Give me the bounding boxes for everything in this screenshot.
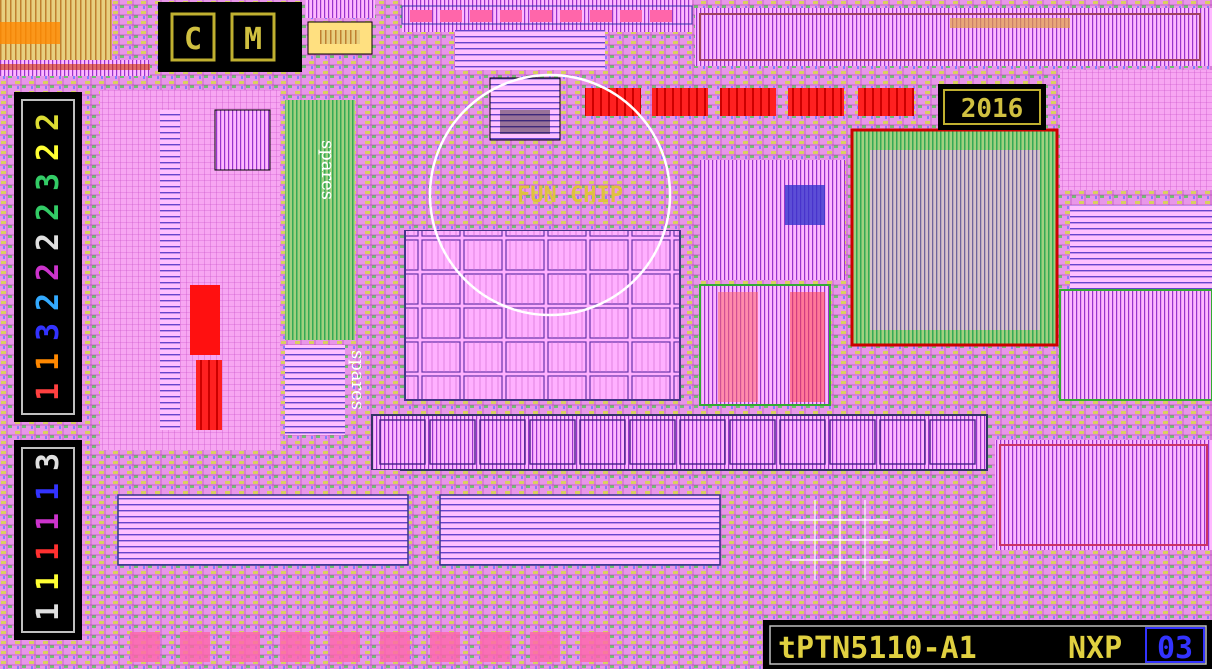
far-right-mid <box>1070 205 1212 295</box>
spares-block-2 <box>285 345 345 435</box>
top-cell-a <box>305 0 375 18</box>
metal-code-7: 2 <box>31 203 66 221</box>
top-mid-block <box>455 30 605 70</box>
metal-code-2: 1 <box>31 353 66 371</box>
red-poly-block-2 <box>196 360 222 430</box>
metal-code-b1: 1 <box>31 603 66 621</box>
logo-letter-c: C <box>184 22 202 57</box>
metal-code-4: 2 <box>31 293 66 311</box>
far-right-bottom <box>1059 289 1212 401</box>
metal-code-strip-bottom: 1 1 1 1 1 3 <box>14 440 82 640</box>
chinese-mark: FUN CHIP <box>517 183 623 208</box>
spares-label-1: spares <box>317 140 338 200</box>
chip-layout-canvas: C M 1 1 3 2 2 2 2 3 2 2 1 1 1 1 1 3 spar… <box>0 0 1212 669</box>
bottom-mid-bank <box>439 494 721 566</box>
vendor-label: NXP <box>1068 631 1122 666</box>
revision-label: 03 <box>1157 631 1193 666</box>
part-number-label: tPTN5110-A1 <box>778 631 977 666</box>
red-logic-cells <box>585 88 914 116</box>
metal-code-8: 3 <box>31 173 66 191</box>
spares-label-2: spares <box>347 350 368 410</box>
far-right-top <box>1060 70 1212 190</box>
top-right-array <box>695 8 1212 66</box>
logo-letter-m: M <box>244 22 262 57</box>
cm-logo-block: C M <box>158 2 302 72</box>
spares-block-1 <box>285 100 355 340</box>
bottom-right-lines <box>995 440 1212 550</box>
metal-code-b4: 1 <box>31 513 66 531</box>
metal-code-b5: 1 <box>31 483 66 501</box>
top-row-cells <box>410 10 672 22</box>
metal-code-b2: 1 <box>31 573 66 591</box>
metal-code-9: 2 <box>31 143 66 161</box>
metal-code-strip-top: 1 1 3 2 2 2 2 3 2 2 <box>14 92 82 422</box>
metal-code-5: 2 <box>31 263 66 281</box>
metal-code-b6: 3 <box>31 453 66 471</box>
metal-code-b3: 1 <box>31 543 66 561</box>
bottom-left-bank <box>117 494 409 566</box>
metal-code-3: 3 <box>31 323 66 341</box>
metal-code-6: 2 <box>31 233 66 251</box>
red-poly-block-1 <box>190 285 220 355</box>
metal-code-10: 2 <box>31 113 66 131</box>
part-number-block: tPTN5110-A1 NXP 03 <box>763 620 1212 669</box>
year-block: 2016 <box>938 84 1046 130</box>
year-label: 2016 <box>961 94 1024 124</box>
metal-code-1: 1 <box>31 383 66 401</box>
